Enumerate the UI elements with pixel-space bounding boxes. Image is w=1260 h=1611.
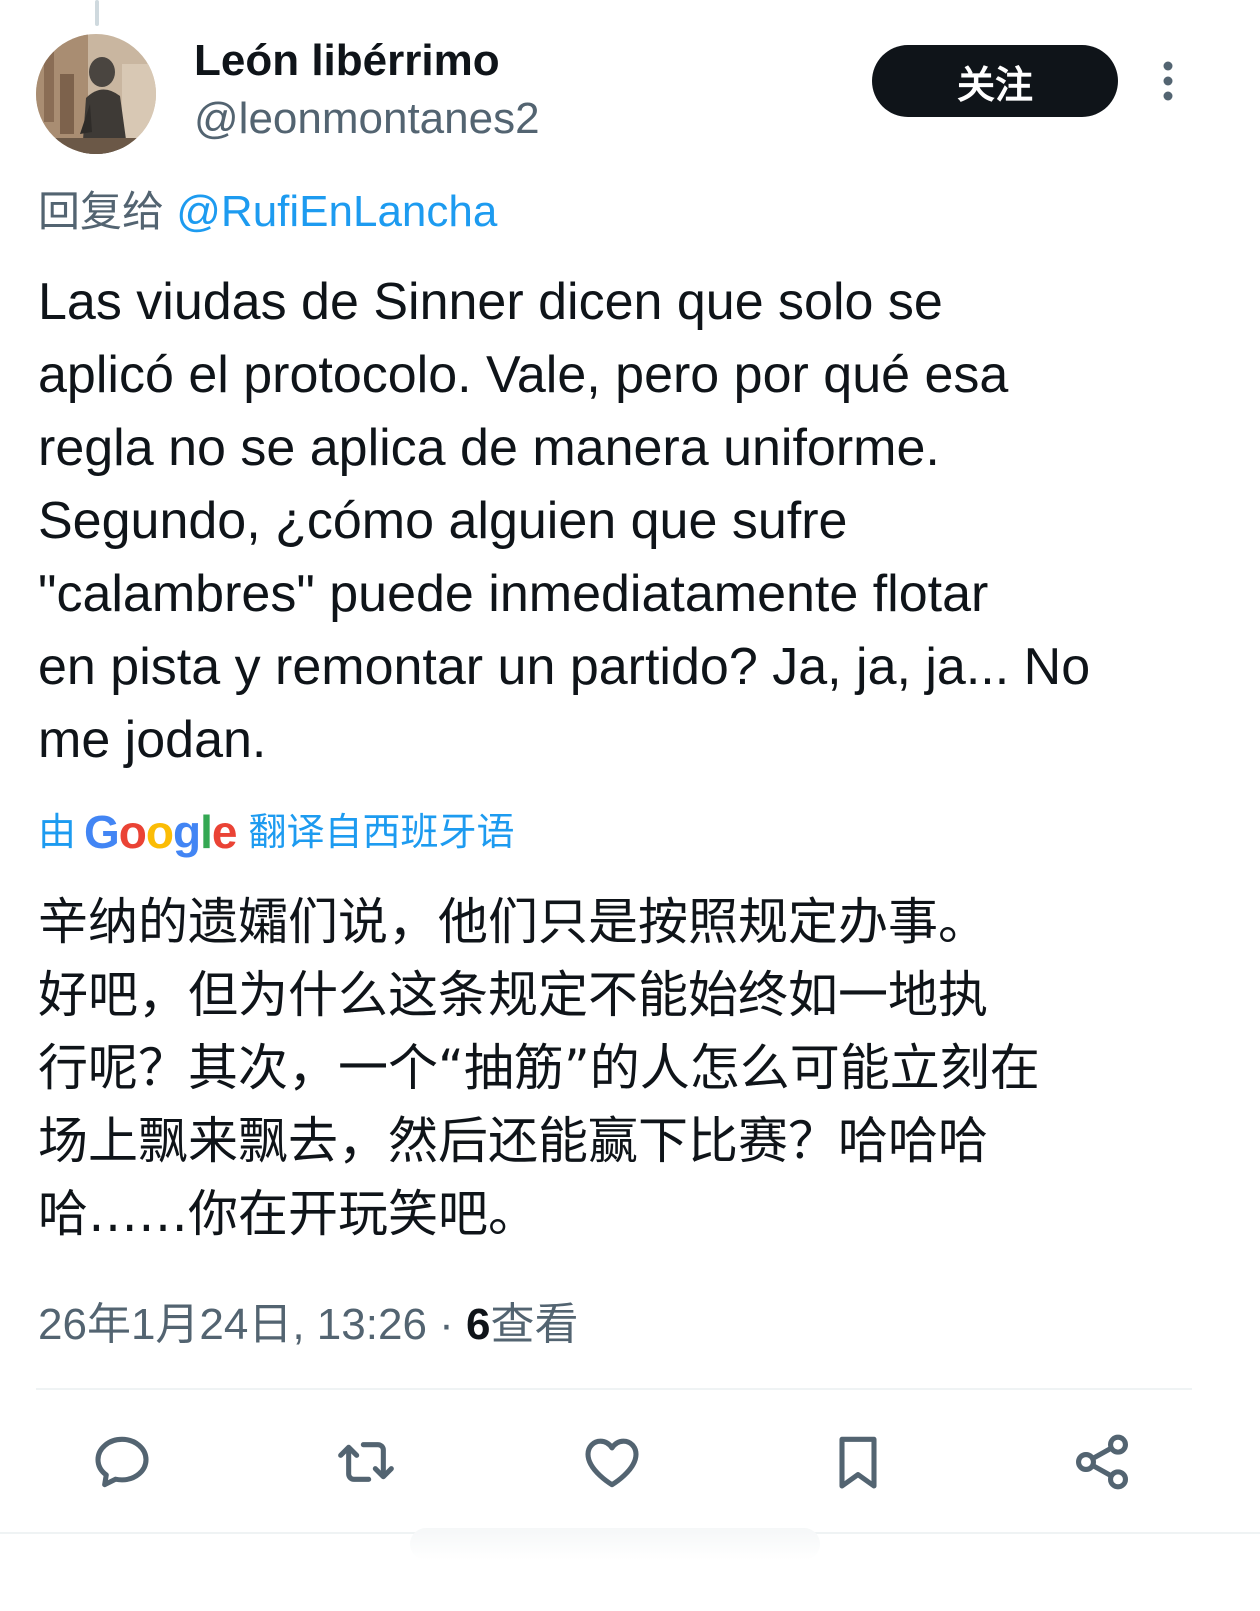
share-icon: [1076, 1434, 1128, 1490]
follow-button[interactable]: 关注: [872, 45, 1118, 117]
like-button[interactable]: [580, 1430, 644, 1494]
share-button[interactable]: [1070, 1430, 1134, 1494]
translated-text: 辛纳的遗孀们说，他们只是按照规定办事。 好吧，但为什么这条规定不能始终如一地执 …: [38, 893, 1040, 1243]
reply-context: 回复给 @RufiEnLancha: [38, 184, 497, 240]
tweet-timestamp[interactable]: 26年1月24日, 13:26: [38, 1300, 427, 1349]
google-logo-letter: l: [200, 806, 213, 858]
google-logo-letter: G: [84, 806, 120, 858]
translation-prefix: 由: [38, 810, 77, 854]
avatar-image: [36, 34, 156, 154]
display-name[interactable]: León libérrimo: [194, 34, 500, 88]
translation-source-language: 翻译自西班牙语: [248, 810, 515, 854]
bookmark-button[interactable]: [826, 1430, 890, 1494]
like-icon: [585, 1438, 639, 1488]
tweet-metadata: 26年1月24日, 13:26 · 6查看: [38, 1296, 579, 1354]
reply-prefix: 回复给: [38, 187, 165, 236]
avatar[interactable]: [36, 34, 156, 154]
google-logo-letter: e: [211, 806, 238, 858]
home-indicator-area: [410, 1528, 820, 1560]
reply-icon: [95, 1436, 149, 1488]
views-label: 查看: [490, 1300, 579, 1349]
more-options-button[interactable]: [1148, 56, 1188, 106]
thread-connector-line: [95, 0, 99, 26]
action-bar: [0, 1420, 1260, 1510]
more-vertical-icon: [1163, 61, 1173, 101]
translation-attribution[interactable]: 由 Google 翻译自西班牙语: [38, 804, 515, 860]
views-count: 6: [466, 1300, 491, 1349]
meta-separator: ·: [426, 1300, 467, 1349]
bookmark-icon: [839, 1436, 877, 1489]
retweet-icon: [338, 1442, 394, 1482]
google-logo-letter: o: [145, 806, 174, 858]
google-logo-letter: g: [173, 806, 201, 858]
retweet-button[interactable]: [334, 1430, 398, 1494]
tweet-text: Las viudas de Sinner dicen que solo se a…: [38, 273, 1091, 769]
reply-to-handle-link[interactable]: @RufiEnLancha: [176, 187, 497, 236]
google-logo: Google: [84, 804, 238, 860]
divider: [36, 1388, 1192, 1390]
reply-button[interactable]: [90, 1430, 154, 1494]
user-handle[interactable]: @leonmontanes2: [194, 92, 540, 146]
google-logo-letter: o: [118, 806, 147, 858]
